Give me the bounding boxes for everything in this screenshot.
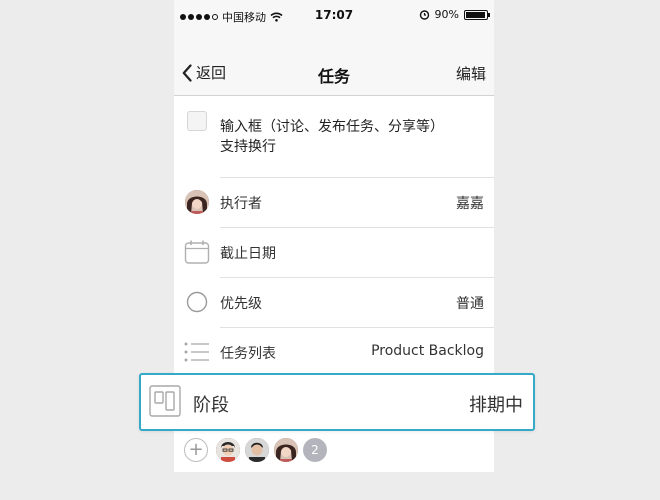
add-member-button[interactable]: + [184, 438, 208, 462]
page-title: 任务 [317, 67, 350, 86]
battery-icon [464, 9, 490, 20]
avatar [185, 190, 209, 214]
priority-row[interactable]: 优先级 普通 [174, 277, 494, 327]
row-divider [220, 327, 494, 328]
task-input-row: 输入框（讨论、发布任务、分享等） 支持换行 [174, 97, 494, 177]
edit-button[interactable]: 编辑 [456, 63, 486, 84]
priority-label: 优先级 [220, 296, 262, 312]
assignee-label: 执行者 [220, 196, 262, 212]
members-row: + 2 [174, 432, 494, 472]
task-input[interactable]: 输入框（讨论、发布任务、分享等） 支持换行 [220, 117, 482, 157]
row-divider [220, 277, 494, 278]
assignee-value: 嘉嘉 [456, 196, 484, 212]
stage-label: 阶段 [193, 395, 229, 416]
row-divider [220, 177, 494, 178]
assignee-avatar [184, 189, 210, 215]
stage-value: 排期中 [469, 395, 523, 416]
status-right: 90% [419, 8, 490, 21]
assignee-row[interactable]: 执行者 嘉嘉 [174, 177, 494, 227]
priority-value: 普通 [456, 296, 484, 312]
priority-circle-icon [184, 289, 210, 315]
more-members-badge[interactable]: 2 [303, 438, 327, 462]
task-list-row[interactable]: 任务列表 Product Backlog [174, 327, 494, 377]
member-avatar[interactable] [274, 438, 298, 462]
member-avatar[interactable] [245, 438, 269, 462]
list-icon [184, 339, 210, 365]
status-bar: 中国移动 17:07 90% [174, 0, 494, 32]
task-list-label: 任务列表 [220, 346, 276, 362]
calendar-icon [184, 239, 210, 265]
due-date-label: 截止日期 [220, 246, 276, 262]
stage-row[interactable]: 阶段 排期中 [139, 373, 535, 431]
member-avatar[interactable] [216, 438, 240, 462]
due-date-row[interactable]: 截止日期 [174, 227, 494, 277]
alarm-icon [419, 10, 429, 20]
battery-percent: 90% [434, 8, 459, 21]
navigation-bar: 返回 任务 编辑 [174, 32, 494, 96]
task-list-value: Product Backlog [371, 343, 484, 359]
row-divider [220, 227, 494, 228]
task-checkbox[interactable] [187, 111, 207, 131]
stage-board-icon [149, 385, 181, 417]
member-avatars: 2 [216, 438, 327, 462]
